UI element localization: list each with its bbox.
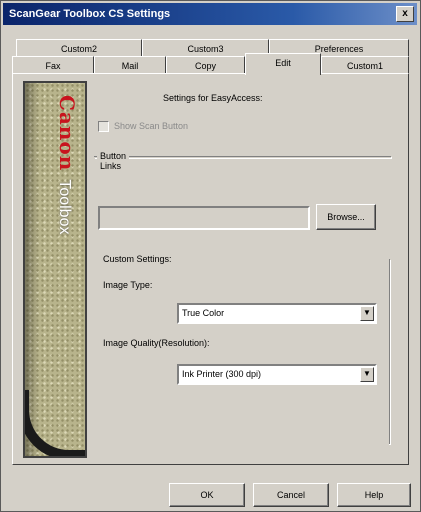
- image-quality-select[interactable]: Ink Printer (300 dpi) ▼: [177, 364, 377, 385]
- tab-label: Preferences: [314, 44, 364, 54]
- brand-logo: Canon Toolbox: [55, 95, 79, 234]
- image-type-select[interactable]: True Color ▼: [177, 303, 377, 324]
- tab-label: Fax: [45, 61, 61, 71]
- settings-for-label: Settings for EasyAccess:: [163, 93, 263, 103]
- help-button[interactable]: Help: [337, 483, 411, 507]
- close-icon: x: [402, 8, 408, 19]
- image-quality-value: Ink Printer (300 dpi): [182, 369, 262, 379]
- close-button[interactable]: x: [396, 6, 414, 22]
- tab-label: Custom2: [60, 44, 97, 54]
- tab-label: Mail: [121, 61, 139, 71]
- tab-fax[interactable]: Fax: [12, 56, 94, 74]
- tab-custom1[interactable]: Custom1: [321, 56, 409, 74]
- brand-banner: Canon Toolbox: [23, 81, 87, 458]
- custom-settings-label: Custom Settings:: [103, 254, 172, 264]
- cancel-button[interactable]: Cancel: [253, 483, 329, 507]
- canon-logo: Canon: [55, 95, 79, 172]
- chevron-down-icon[interactable]: ▼: [360, 367, 374, 382]
- tab-copy[interactable]: Copy: [166, 56, 245, 74]
- button-bar: OK Cancel Help: [3, 471, 417, 509]
- image-type-value: True Color: [182, 308, 225, 318]
- tab-mail[interactable]: Mail: [94, 56, 166, 74]
- title-bar[interactable]: ScanGear Toolbox CS Settings x: [3, 3, 417, 25]
- custom-settings-divider: [388, 259, 390, 444]
- settings-dialog: ScanGear Toolbox CS Settings x Custom2 C…: [0, 0, 421, 512]
- ok-label: OK: [200, 490, 214, 500]
- tab-label: Custom3: [187, 44, 224, 54]
- button-link-field[interactable]: [98, 206, 310, 230]
- button-links-divider: [94, 156, 391, 158]
- button-links-legend: Button Links: [97, 151, 130, 171]
- tab-label: Edit: [275, 58, 291, 68]
- cancel-label: Cancel: [276, 490, 305, 500]
- tab-label: Custom1: [346, 61, 383, 71]
- window-title: ScanGear Toolbox CS Settings: [9, 8, 171, 20]
- image-type-label: Image Type:: [103, 280, 153, 290]
- chevron-down-icon[interactable]: ▼: [360, 306, 374, 321]
- image-quality-label: Image Quality(Resolution):: [103, 338, 210, 348]
- tab-edit[interactable]: Edit: [245, 53, 321, 75]
- show-scan-button-label: Show Scan Button: [114, 121, 189, 131]
- tab-label: Copy: [194, 61, 216, 71]
- tab-custom2[interactable]: Custom2: [16, 39, 142, 57]
- ok-button[interactable]: OK: [169, 483, 245, 507]
- browse-label: Browse...: [327, 212, 365, 222]
- help-label: Help: [364, 490, 384, 500]
- show-scan-button-checkbox[interactable]: [98, 121, 109, 132]
- browse-button[interactable]: Browse...: [316, 204, 376, 230]
- toolbox-label: Toolbox: [56, 179, 73, 235]
